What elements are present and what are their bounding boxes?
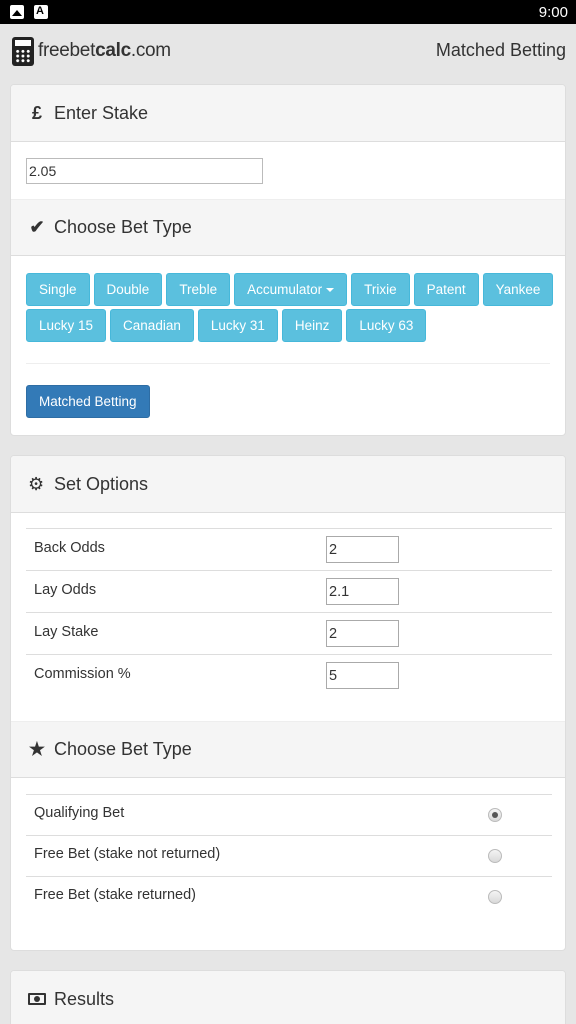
choose-bet-kind-label: Choose Bet Type [54,739,192,759]
image-notification-icon [10,5,24,19]
qualifying-bet-radio[interactable] [488,808,502,822]
lay-odds-label: Lay Odds [34,582,97,598]
bet-double-button[interactable]: Double [93,273,163,306]
bet-lucky15-button[interactable]: Lucky 15 [26,309,107,342]
bet-lucky63-button[interactable]: Lucky 63 [346,309,427,342]
bet-treble-button[interactable]: Treble [166,273,231,306]
lay-odds-input[interactable] [326,578,399,605]
enter-stake-heading: £ Enter Stake [11,85,565,142]
bet-yankee-button[interactable]: Yankee [482,273,554,306]
free-bet-sr-label: Free Bet (stake returned) [34,887,196,903]
enter-stake-label: Enter Stake [54,102,149,123]
matched-betting-button[interactable]: Matched Betting [26,385,150,418]
bet-kind-table: Qualifying Bet Free Bet (stake not retur… [26,794,552,917]
commission-input[interactable] [326,662,399,689]
choose-bet-kind-heading: ★ Choose Bet Type [11,721,565,778]
pound-icon: £ [31,102,42,123]
divider [26,363,550,364]
caret-down-icon [326,287,335,292]
option-row-commission: Commission % [26,654,552,696]
bet-lucky31-button[interactable]: Lucky 31 [197,309,278,342]
bet-heinz-button[interactable]: Heinz [281,309,343,342]
free-bet-sr-radio[interactable] [488,890,502,904]
bet-accumulator-dropdown[interactable]: Accumulator [234,273,348,306]
results-panel: Results [10,970,566,1024]
back-odds-input[interactable] [326,536,399,563]
gear-icon: ⚙ [28,473,45,494]
logo-text: freebetcalc.com [38,40,171,61]
app-notification-icon [34,5,48,19]
option-row-back-odds: Back Odds [26,528,552,570]
calculator-icon [12,36,34,66]
bet-trixie-button[interactable]: Trixie [351,273,410,306]
money-icon [28,993,46,1005]
qualifying-bet-label: Qualifying Bet [34,805,125,821]
results-heading: Results [11,971,565,1024]
check-icon: ✔ [29,217,45,237]
status-bar: 9:00 [0,0,576,24]
free-bet-snr-radio[interactable] [488,849,502,863]
app-header: freebetcalc.com Matched Betting [0,24,576,76]
star-icon: ★ [28,739,46,759]
bet-kind-row-qualifying[interactable]: Qualifying Bet [26,794,552,835]
options-table: Back Odds Lay Odds Lay Stake Commission … [26,528,552,696]
commission-label: Commission % [34,666,131,682]
stake-panel: £ Enter Stake ✔ Choose Bet Type Single D… [10,84,566,436]
bet-canadian-button[interactable]: Canadian [110,309,194,342]
choose-bet-type-label: Choose Bet Type [54,217,192,237]
accumulator-label: Accumulator [247,282,323,297]
status-time: 9:00 [538,4,568,21]
back-odds-label: Back Odds [34,540,105,556]
bet-type-buttons-row1: Single Double Treble Accumulator Trixie … [26,273,557,306]
lay-stake-label: Lay Stake [34,624,99,640]
bet-kind-row-snr[interactable]: Free Bet (stake not returned) [26,835,552,876]
lay-stake-input[interactable] [326,620,399,647]
option-row-lay-stake: Lay Stake [26,612,552,654]
page-title[interactable]: Matched Betting [436,40,566,61]
results-label: Results [54,988,115,1009]
logo[interactable]: freebetcalc.com [12,36,171,66]
bet-patent-button[interactable]: Patent [413,273,479,306]
stake-input[interactable] [26,158,263,184]
free-bet-snr-label: Free Bet (stake not returned) [34,846,221,862]
bet-type-buttons-row2: Lucky 15 Canadian Lucky 31 Heinz Lucky 6… [26,309,430,342]
set-options-label: Set Options [54,473,149,494]
option-row-lay-odds: Lay Odds [26,570,552,612]
choose-bet-type-heading: ✔ Choose Bet Type [11,199,565,256]
bet-kind-row-sr[interactable]: Free Bet (stake returned) [26,876,552,917]
bet-single-button[interactable]: Single [26,273,90,306]
options-panel: ⚙ Set Options Back Odds Lay Odds Lay Sta… [10,455,566,951]
set-options-heading: ⚙ Set Options [11,456,565,513]
